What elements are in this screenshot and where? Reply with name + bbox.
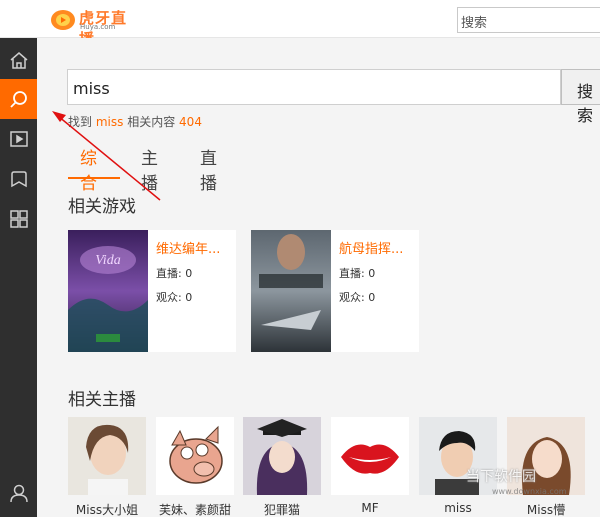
game-viewer-count: 观众: 0 xyxy=(156,291,193,304)
bookmark-icon xyxy=(10,171,27,188)
streamer-name[interactable]: Miss懵 xyxy=(507,501,585,517)
tab-streamers[interactable]: 主播 xyxy=(141,144,158,194)
sidebar-item-video[interactable] xyxy=(0,119,37,159)
search-icon xyxy=(9,91,27,108)
logo-subtext: Huya.com xyxy=(80,23,116,31)
streamer-name[interactable]: MF xyxy=(331,501,409,515)
streamers-section-title: 相关主播 xyxy=(68,390,136,410)
video-icon xyxy=(9,131,28,147)
home-icon xyxy=(10,52,27,69)
game-cover-image[interactable] xyxy=(251,230,331,352)
avatar[interactable] xyxy=(331,417,409,495)
search-button[interactable]: 搜索 xyxy=(561,69,600,125)
avatar[interactable] xyxy=(156,417,234,495)
streamer-name[interactable]: 芙妹、素颜甜 xyxy=(156,501,234,517)
streamer-name[interactable]: miss xyxy=(419,501,497,515)
game-card[interactable]: 航母指挥... 直播: 0 观众: 0 xyxy=(251,230,419,352)
avatar[interactable] xyxy=(68,417,146,495)
tab-active-indicator xyxy=(68,177,120,179)
top-search-input[interactable]: 搜索 xyxy=(457,7,600,33)
search-input[interactable]: miss xyxy=(67,69,561,105)
result-middle: 相关内容 xyxy=(127,115,176,129)
result-prefix: 找到 xyxy=(68,115,93,129)
sidebar-item-grid[interactable] xyxy=(0,199,37,239)
huya-logo[interactable]: 虎牙直播 Huya.com xyxy=(50,7,140,48)
game-viewer-count: 观众: 0 xyxy=(339,291,376,304)
grid-icon xyxy=(9,210,28,228)
main-content: miss 搜索 找到 miss 相关内容 404 综合 主播 直播 相关游戏 V… xyxy=(37,38,600,517)
user-icon xyxy=(9,484,28,503)
game-card[interactable]: Vida 维达编年... 直播: 0 观众: 0 xyxy=(68,230,236,352)
sidebar-item-bookmark[interactable] xyxy=(0,159,37,199)
avatar[interactable] xyxy=(243,417,321,495)
watermark-url: www.downxia.com xyxy=(492,487,567,496)
game-name[interactable]: 维达编年... xyxy=(156,238,220,257)
streamer-name[interactable]: Miss大小姐 xyxy=(68,501,146,517)
game-live-count: 直播: 0 xyxy=(156,267,193,280)
sidebar-item-search[interactable] xyxy=(0,79,37,119)
watermark: 当下软件园 xyxy=(466,469,536,485)
games-section-title: 相关游戏 xyxy=(68,197,136,217)
logo-icon xyxy=(51,10,75,30)
sidebar xyxy=(0,38,37,517)
result-keyword: miss xyxy=(95,115,124,129)
result-count: 404 xyxy=(179,115,202,129)
top-bar: 虎牙直播 Huya.com 搜索 xyxy=(0,0,600,48)
tab-live[interactable]: 直播 xyxy=(200,144,217,194)
streamer-name[interactable]: 犯罪猫 xyxy=(243,501,321,517)
tab-all[interactable]: 综合 xyxy=(80,144,97,194)
sidebar-item-home[interactable] xyxy=(0,40,37,80)
game-cover-image[interactable]: Vida xyxy=(68,230,148,352)
result-summary: 找到 miss 相关内容 404 xyxy=(68,113,202,130)
svg-text:Vida: Vida xyxy=(95,253,120,268)
game-live-count: 直播: 0 xyxy=(339,267,376,280)
game-name[interactable]: 航母指挥... xyxy=(339,238,403,257)
sidebar-item-user[interactable] xyxy=(0,473,37,513)
